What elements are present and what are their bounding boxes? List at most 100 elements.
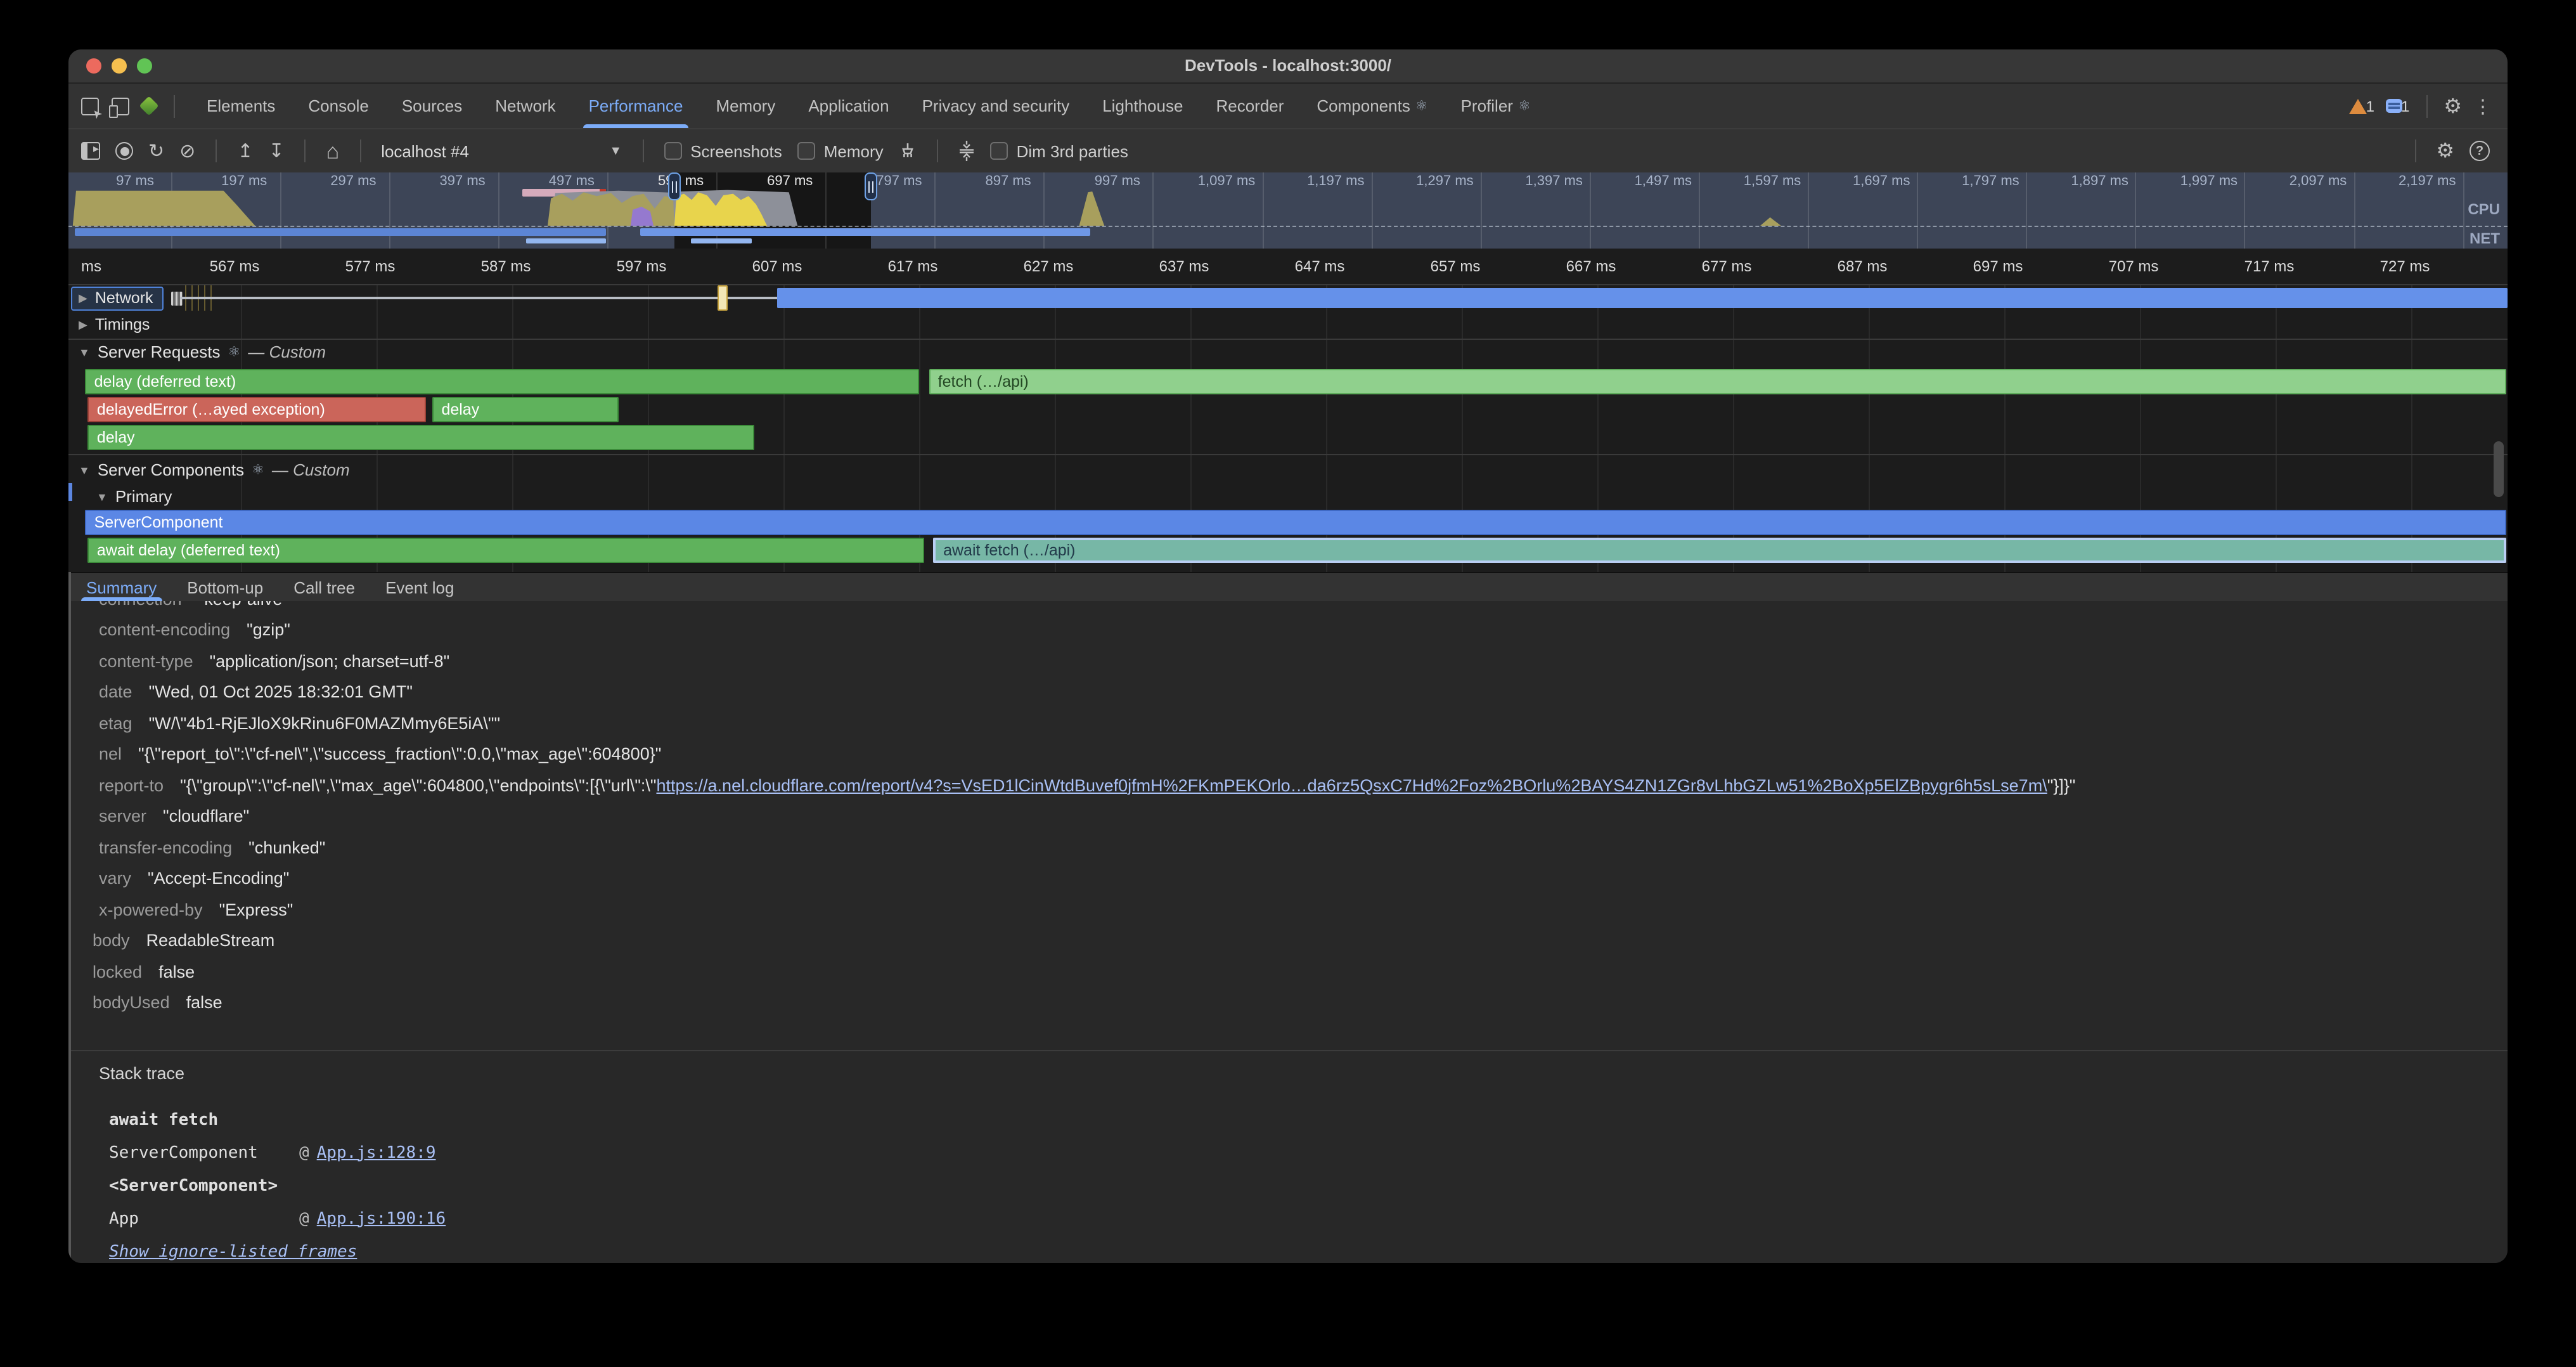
header-row-connection: connection "keep-alive" [99,601,2508,614]
header-value: "Accept-Encoding" [148,869,289,888]
overview-tick-label: 1,697 ms [1831,174,1932,189]
header-key: connection [99,601,182,609]
flame-bar[interactable]: await delay (deferred text) [88,538,924,563]
details-tab-event-log[interactable]: Event log [370,573,469,601]
record-button[interactable] [115,142,133,160]
tab-application[interactable]: Application [792,84,905,128]
track-group-server-requests[interactable]: ▼Server Requests⚛— Custom [79,342,326,361]
subgroup-primary[interactable]: ▼Primary [96,487,172,506]
help-icon[interactable]: ? [2470,141,2490,161]
home-icon[interactable]: ⌂ [326,140,340,162]
tab-recorder[interactable]: Recorder [1199,84,1300,128]
reload-and-record-icon[interactable]: ↻ [148,141,164,160]
details-tab-bottom-up[interactable]: Bottom-up [172,573,278,601]
tab-components[interactable]: Components⚛ [1300,84,1444,128]
tab-memory[interactable]: Memory [699,84,792,128]
overview-tick-label: 1,097 ms [1176,174,1277,189]
extension-gem-icon[interactable] [139,96,158,115]
ruler-tick-label: 597 ms [591,257,692,275]
dim-3rd-parties-checkbox[interactable]: Dim 3rd parties [990,141,1128,160]
header-key: locked [93,962,142,982]
frame-function-name: await fetch [109,1110,299,1129]
header-key: bodyUsed [93,994,170,1013]
download-profile-icon[interactable]: ↧ [268,141,284,160]
selection-left-handle[interactable] [668,172,681,200]
details-tab-bar: SummaryBottom-upCall treeEvent log [71,572,2508,601]
frame-source-link[interactable]: App.js:128:9 [317,1143,436,1162]
tab-label: Memory [716,96,775,115]
summary-pane: connection"keep-alive"content-encoding"g… [71,601,2508,1263]
details-tab-summary[interactable]: Summary [71,573,172,601]
flame-bar[interactable]: delayedError (…ayed exception) [88,397,426,422]
header-key: report-to [99,776,164,795]
track-network[interactable]: ▶Network [71,287,183,311]
ruler-tick-label: 647 ms [1269,257,1370,275]
tab-privacy-and-security[interactable]: Privacy and security [906,84,1086,128]
collapse-triangle-icon: ▶ [79,291,87,305]
network-request-bar[interactable] [777,288,2508,308]
flame-bar[interactable]: delay [88,425,754,450]
header-value: "keep-alive" [198,601,288,609]
ruler-tick-label: 617 ms [862,257,963,275]
capture-settings-gear-icon[interactable]: ⚙ [2436,138,2454,164]
garbage-collect-icon[interactable] [899,142,917,160]
clear-icon[interactable]: ⊘ [179,141,195,160]
handle-ridge [672,181,673,192]
inspect-element-icon[interactable] [81,97,99,115]
tab-label: Elements [207,96,275,115]
ruler-tick-label: 627 ms [998,257,1099,275]
tab-profiler[interactable]: Profiler⚛ [1445,84,1547,128]
issues-icon [2386,99,2402,113]
tab-console[interactable]: Console [292,84,385,128]
warnings-badge[interactable]: 1 [2350,97,2374,115]
more-options-icon[interactable]: ⋮ [2473,94,2492,117]
overview-tick-label: 997 ms [1067,174,1168,189]
frame-function-name: <ServerComponent> [109,1176,299,1195]
upload-profile-icon[interactable]: ↥ [237,141,253,160]
header-key: content-encoding [99,621,230,640]
flame-bar[interactable]: delay (deferred text) [86,369,920,394]
timeline-overview[interactable]: 97 ms197 ms297 ms397 ms497 ms597 ms697 m… [68,172,2508,249]
react-atom-icon: ⚛ [228,344,241,360]
toggle-sidebar-icon[interactable] [81,142,100,160]
flame-bar[interactable]: await fetch (…/api) [933,538,2506,563]
net-activity-bar [75,228,605,236]
frame-source-link[interactable]: App.js:190:16 [317,1209,446,1228]
track-group-server-components[interactable]: ▼Server Components⚛— Custom [79,460,350,479]
tab-label: Network [495,96,555,115]
tab-lighthouse[interactable]: Lighthouse [1086,84,1199,128]
divider [359,139,361,162]
ignore-listing-icon[interactable] [958,141,975,161]
details-tab-call-tree[interactable]: Call tree [278,573,370,601]
tab-elements[interactable]: Elements [190,84,292,128]
screenshot-marker[interactable] [718,285,728,311]
history-dropdown[interactable]: localhost #4 ▼ [381,141,622,160]
issues-badge[interactable]: 1 [2386,97,2409,115]
group-title: Server Components [98,460,244,479]
tab-performance[interactable]: Performance [572,84,700,128]
overview-tick-label: 697 ms [739,174,840,189]
cpu-activity-chart [68,188,2508,226]
window-title: DevTools - localhost:3000/ [68,56,2508,75]
header-row-locked: lockedfalse [93,956,2508,987]
handle-ridge [868,181,870,192]
devtools-window: DevTools - localhost:3000/ Elements Conso… [68,49,2508,1263]
flame-bar[interactable]: delay [432,397,618,422]
device-toolbar-icon[interactable] [112,97,129,115]
screenshots-checkbox[interactable]: Screenshots [664,141,782,160]
selection-right-handle[interactable] [865,172,877,200]
tab-network[interactable]: Network [479,84,572,128]
tab-sources[interactable]: Sources [385,84,479,128]
react-atom-icon: ⚛ [252,462,264,478]
show-ignore-listed-frames-link[interactable]: Show ignore-listed frames [99,1243,2508,1262]
flame-bar[interactable]: ServerComponent [86,510,2506,535]
report-to-url-link[interactable]: https://a.nel.cloudflare.com/report/v4?s… [657,776,2047,795]
header-key: x-powered-by [99,900,203,919]
flame-bar[interactable]: fetch (…/api) [929,369,2506,394]
settings-gear-icon[interactable]: ⚙ [2444,93,2462,119]
track-timings[interactable]: ▶Timings [79,316,150,334]
header-row-nel: nel"{\"report_to\":\"cf-nel\",\"success_… [99,739,2508,770]
checkbox-box [990,142,1008,160]
memory-checkbox[interactable]: Memory [797,141,884,160]
flame-scrollbar-thumb[interactable] [2494,441,2504,497]
